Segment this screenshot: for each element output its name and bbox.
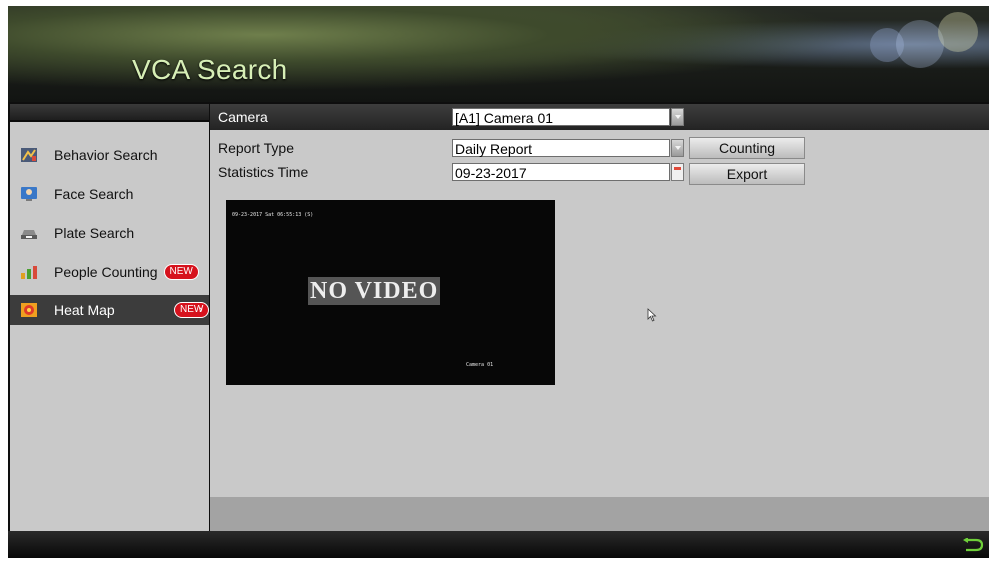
report-type-label: Report Type <box>218 140 295 156</box>
camera-row: Camera [A1] Camera 01 <box>210 104 989 130</box>
camera-select[interactable]: [A1] Camera 01 <box>452 108 670 126</box>
calendar-icon[interactable] <box>671 163 684 181</box>
back-arrow-icon[interactable] <box>962 538 984 552</box>
plate-search-icon <box>20 225 38 241</box>
sidebar-item-plate-search[interactable]: Plate Search <box>10 218 209 248</box>
sidebar-item-heat-map[interactable]: Heat Map NEW › <box>10 295 210 325</box>
new-badge: NEW <box>163 264 199 280</box>
face-search-icon <box>20 186 38 202</box>
chevron-right-icon: › <box>199 304 203 316</box>
export-button[interactable]: Export <box>689 163 805 185</box>
main-footer-bar <box>210 497 989 531</box>
video-timestamp: 09-23-2017 Sat 06:55:13 (S) <box>232 212 314 218</box>
counting-button[interactable]: Counting <box>689 137 805 159</box>
banner-bokeh <box>938 12 978 52</box>
banner-bokeh <box>896 20 944 68</box>
people-counting-icon <box>20 264 38 280</box>
sidebar-item-label: Heat Map <box>54 302 115 318</box>
statistics-time-label: Statistics Time <box>218 164 309 180</box>
sidebar-item-people-counting[interactable]: People Counting NEW <box>10 257 209 287</box>
video-preview: 09-23-2017 Sat 06:55:13 (S) NO VIDEO Cam… <box>226 200 555 385</box>
camera-label: Camera <box>218 109 268 125</box>
app-window: VCA Search Behavior Search Face Search P… <box>8 6 989 558</box>
video-camera-name: Camera 01 <box>466 362 494 368</box>
main-panel: Camera [A1] Camera 01 Report Type Daily … <box>210 104 989 531</box>
report-type-dropdown-icon[interactable] <box>671 139 684 157</box>
header-banner: VCA Search <box>8 6 989 102</box>
camera-dropdown-icon[interactable] <box>671 108 684 126</box>
statistics-time-field[interactable]: 09-23-2017 <box>452 163 670 181</box>
sidebar-item-face-search[interactable]: Face Search <box>10 179 209 209</box>
sidebar-item-label: People Counting <box>54 264 158 280</box>
no-video-message: NO VIDEO <box>308 277 441 305</box>
new-badge: NEW <box>174 302 210 318</box>
sidebar: Behavior Search Face Search Plate Search… <box>10 104 210 531</box>
sidebar-item-label: Behavior Search <box>54 147 158 163</box>
page-title: VCA Search <box>132 54 288 85</box>
behavior-search-icon <box>20 147 38 163</box>
mouse-cursor-icon <box>647 308 657 322</box>
bottom-bar <box>8 531 989 558</box>
sidebar-item-label: Face Search <box>54 186 134 202</box>
report-type-select[interactable]: Daily Report <box>452 139 670 157</box>
sidebar-item-label: Plate Search <box>54 225 135 241</box>
sidebar-item-behavior-search[interactable]: Behavior Search <box>10 140 209 170</box>
sidebar-header <box>10 104 209 122</box>
heat-map-icon <box>20 302 38 318</box>
